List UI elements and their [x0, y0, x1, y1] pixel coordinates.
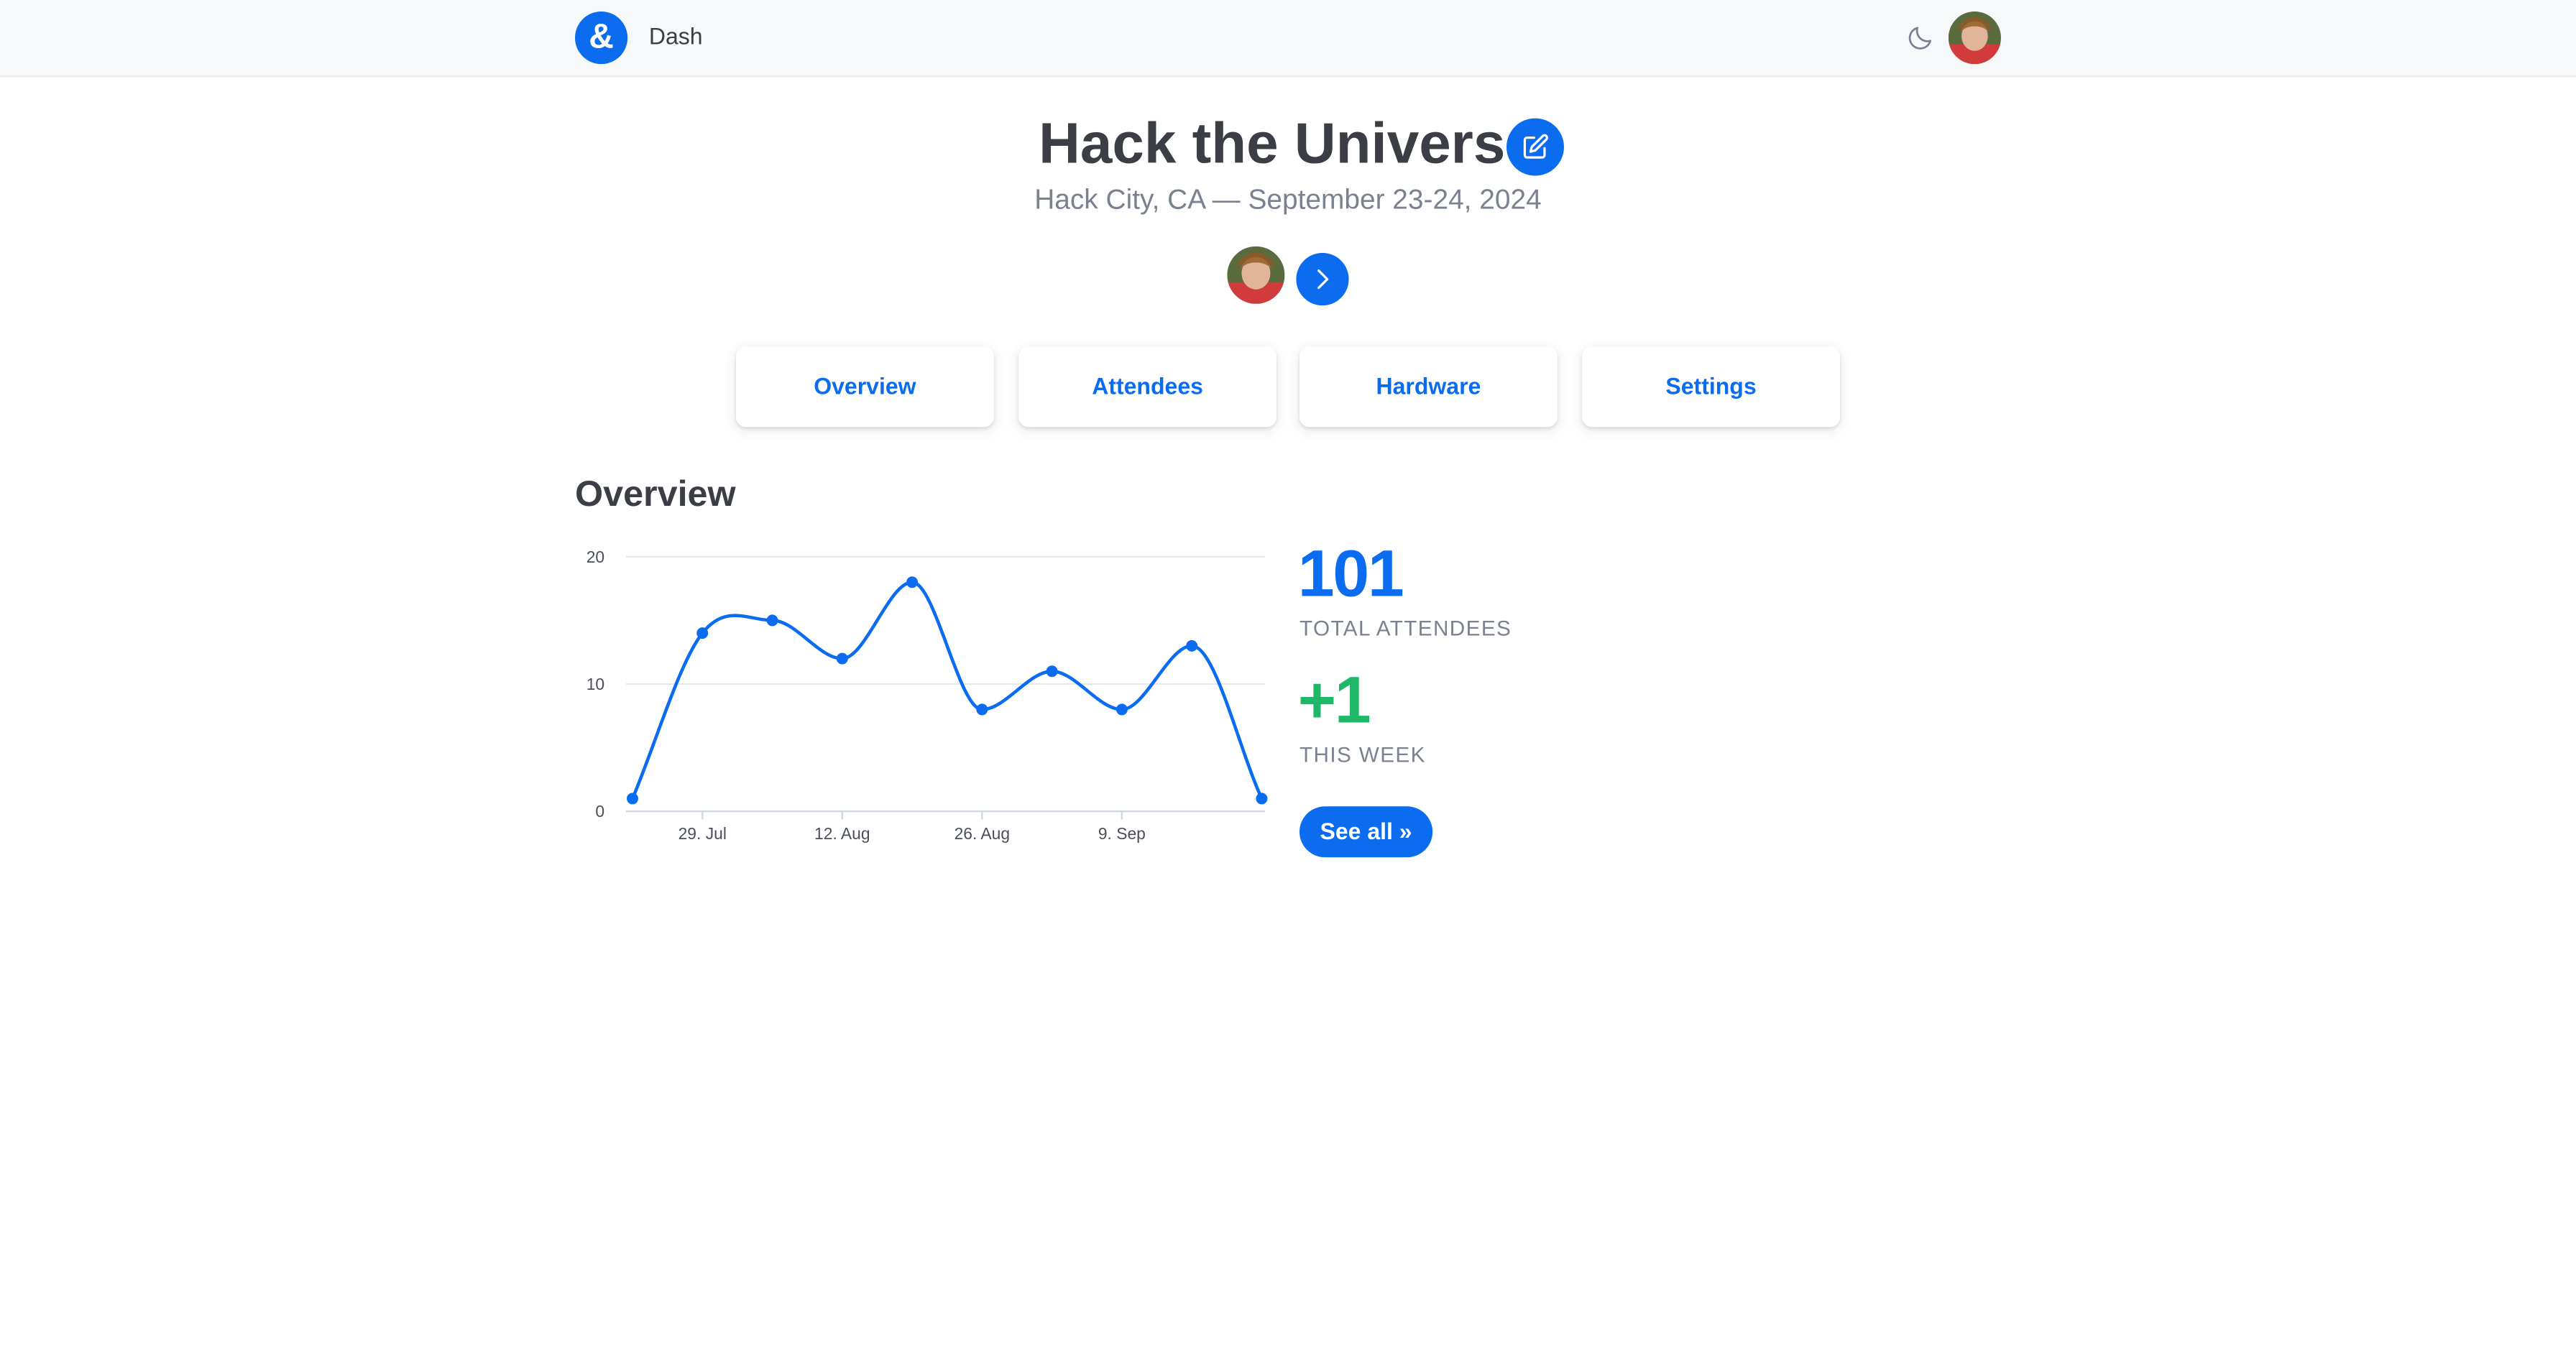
y-tick-label: 10 — [586, 675, 604, 693]
data-point — [976, 703, 988, 716]
data-point — [1186, 639, 1198, 652]
logo[interactable]: & — [574, 11, 628, 65]
total-attendees-value: 101 — [1297, 538, 1404, 611]
x-tick-label: 26. Aug — [954, 824, 1010, 843]
data-point — [1046, 665, 1058, 678]
data-point — [766, 614, 778, 627]
see-all-button[interactable]: See all » — [1299, 806, 1433, 858]
tab-attendees[interactable]: Attendees — [1018, 346, 1276, 428]
avatar[interactable] — [1948, 11, 2001, 65]
x-tick-label: 29. Jul — [678, 824, 727, 843]
data-point — [696, 627, 709, 639]
chevron-right-icon — [1317, 269, 1329, 290]
attendees-chart: 0 10 20 29. Jul 12. Aug 26. Aug 9. Sep — [586, 548, 1268, 843]
x-tick-label: 12. Aug — [814, 824, 870, 843]
app-title[interactable]: Dash — [649, 23, 703, 50]
this-week-label: THIS WEEK — [1299, 742, 1426, 767]
moon-icon[interactable] — [1905, 23, 1935, 52]
this-week-value: +1 — [1297, 665, 1371, 738]
data-point — [1256, 793, 1268, 805]
edit-button[interactable] — [1506, 118, 1564, 176]
y-tick-label: 0 — [595, 802, 604, 821]
data-point — [836, 652, 848, 665]
event-title-text: Hack the Universe — [1039, 111, 1537, 176]
edit-icon — [1523, 134, 1548, 159]
team-member-avatar[interactable] — [1227, 246, 1285, 304]
tab-settings[interactable]: Settings — [1582, 346, 1840, 428]
y-tick-label: 20 — [586, 548, 604, 566]
next-button[interactable] — [1296, 252, 1349, 306]
section-title: Overview — [574, 473, 736, 514]
x-tick-label: 9. Sep — [1098, 824, 1146, 843]
data-point — [626, 793, 638, 805]
event-title: Hack the Universe — [0, 111, 2576, 177]
tab-overview[interactable]: Overview — [735, 346, 994, 428]
event-subtitle: Hack City, CA — September 23-24, 2024 — [1034, 183, 1542, 216]
tab-hardware[interactable]: Hardware — [1299, 346, 1558, 428]
data-point — [906, 576, 919, 588]
data-point — [1116, 703, 1128, 716]
navbar: & Dash — [0, 0, 2576, 78]
series-line — [630, 580, 1264, 800]
total-attendees-label: TOTAL ATTENDEES — [1299, 616, 1512, 641]
